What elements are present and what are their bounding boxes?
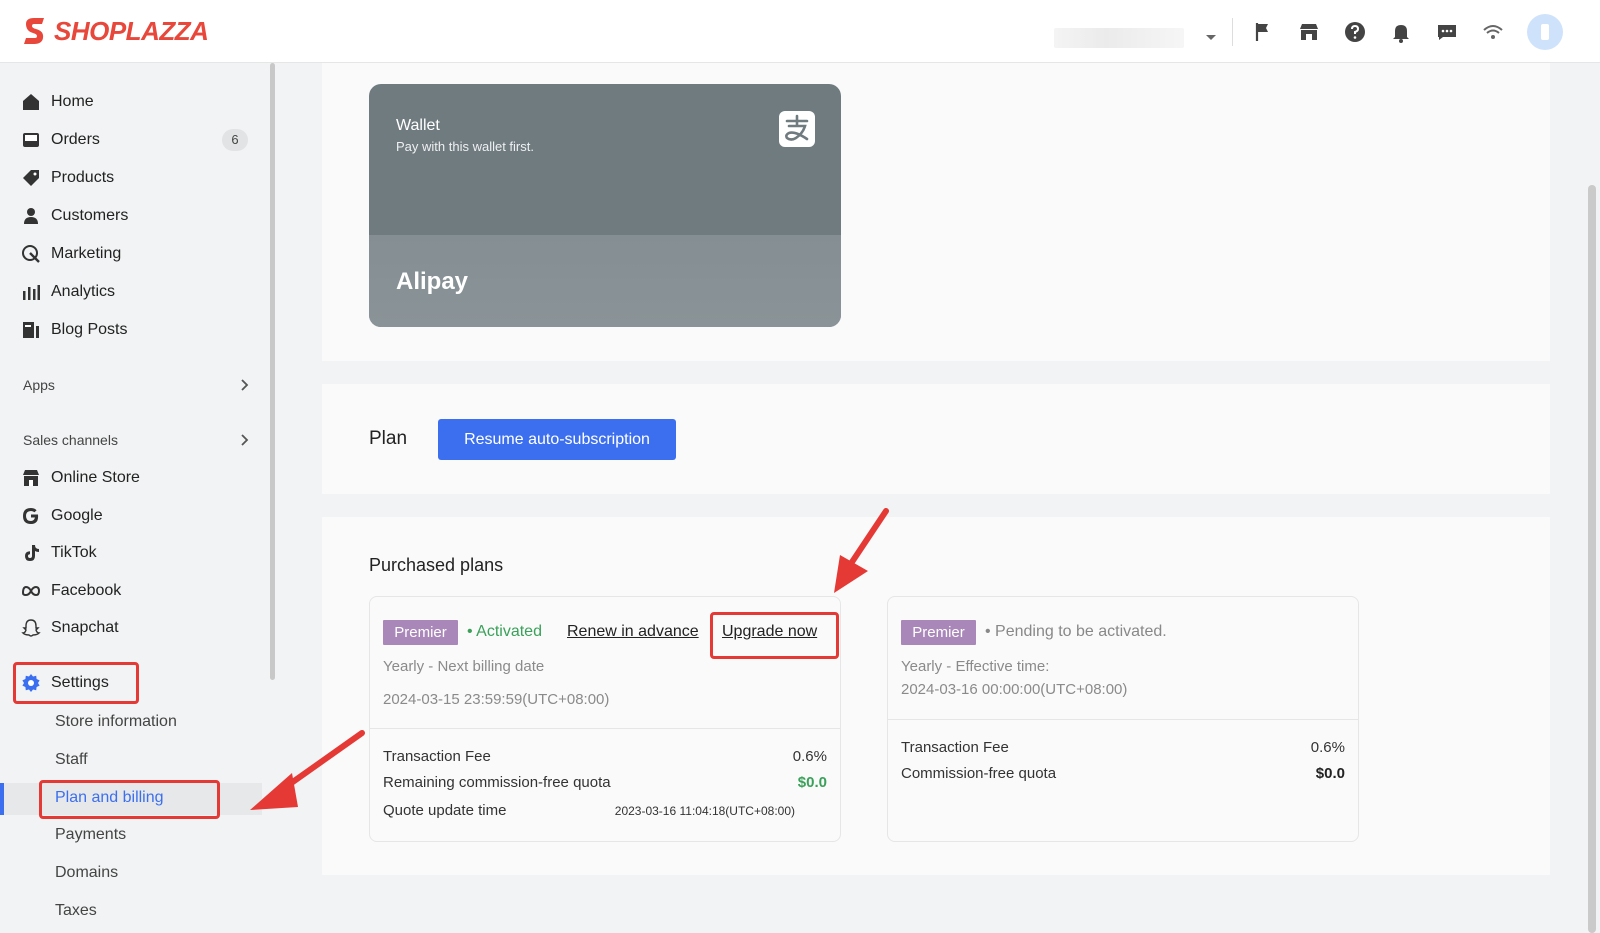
pending-plan-card: Premier • Pending to be activated. Yearl…	[887, 596, 1359, 842]
store-icon[interactable]	[1297, 20, 1321, 44]
card-divider	[888, 719, 1358, 720]
brand-name: SHOPLAZZA	[54, 15, 209, 46]
sidebar-item-tiktok[interactable]: TikTok	[0, 537, 262, 569]
main-scrollbar[interactable]	[1588, 185, 1596, 933]
chevron-right-icon[interactable]	[236, 432, 252, 448]
blog-icon	[21, 320, 41, 340]
store-icon	[21, 468, 41, 488]
bar-chart-icon	[21, 282, 41, 302]
sidebar-item-label: Google	[51, 507, 103, 524]
store-selector[interactable]	[1054, 28, 1184, 48]
sidebar-sub-plan-and-billing[interactable]: Plan and billing	[55, 789, 164, 807]
resume-auto-subscription-button[interactable]: Resume auto-subscription	[438, 419, 676, 460]
plan-status: • Activated	[467, 623, 542, 640]
next-billing-date: 2024-03-15 23:59:59(UTC+08:00)	[383, 691, 610, 708]
commission-free-quota-value: $0.0	[1315, 765, 1345, 782]
header-divider	[1232, 18, 1233, 46]
orders-icon	[21, 130, 41, 150]
active-item-indicator	[0, 783, 4, 815]
transaction-fee-label: Transaction Fee	[383, 748, 491, 765]
sidebar-item-online-store[interactable]: Online Store	[0, 462, 262, 494]
avatar[interactable]	[1527, 14, 1563, 50]
transaction-fee-label: Transaction Fee	[901, 739, 1009, 756]
google-icon	[21, 506, 41, 526]
sidebar-item-marketing[interactable]: Marketing	[0, 238, 262, 270]
apps-section-label[interactable]: Apps	[23, 377, 55, 393]
sidebar-item-label: Analytics	[51, 283, 116, 300]
sidebar-sub-taxes[interactable]: Taxes	[55, 902, 97, 920]
marketing-icon	[21, 244, 41, 264]
shoplazza-logo-icon	[22, 16, 48, 46]
commission-free-quota-label: Commission-free quota	[901, 765, 1057, 782]
wallet-name: Alipay	[396, 268, 469, 295]
sidebar-item-label: Orders	[51, 131, 100, 148]
wallet-title: Wallet	[396, 117, 440, 134]
sidebar-item-analytics[interactable]: Analytics	[0, 276, 262, 308]
sidebar-item-label: Settings	[51, 674, 109, 691]
wallet-card[interactable]: Wallet Pay with this wallet first. Alipa…	[369, 84, 841, 327]
chat-icon[interactable]	[1435, 20, 1459, 44]
upgrade-now-link[interactable]: Upgrade now	[722, 623, 817, 641]
sidebar-item-label: Snapchat	[51, 619, 119, 636]
sidebar-item-label: Products	[51, 169, 115, 186]
plan-tag: Premier	[383, 620, 458, 645]
remaining-quota-label: Remaining commission-free quota	[383, 774, 611, 791]
tag-icon	[21, 168, 41, 188]
sidebar-item-orders[interactable]: Orders 6	[0, 124, 262, 156]
top-bar: SHOPLAZZA	[0, 0, 1600, 63]
billing-cycle: Yearly - Effective time:	[901, 658, 1050, 675]
plan-status: • Pending to be activated.	[985, 623, 1167, 640]
remaining-quota-value: $0.0	[797, 774, 827, 791]
help-icon[interactable]	[1343, 20, 1367, 44]
sidebar-item-products[interactable]: Products	[0, 162, 262, 194]
transaction-fee-value: 0.6%	[792, 748, 827, 765]
gear-icon	[21, 673, 41, 693]
sidebar-item-google[interactable]: Google	[0, 500, 262, 532]
card-divider	[370, 728, 840, 729]
orders-count-badge: 6	[222, 129, 248, 151]
sidebar-item-label: Customers	[51, 207, 129, 224]
wallet-subtitle: Pay with this wallet first.	[396, 139, 534, 154]
quote-update-label: Quote update time	[383, 802, 507, 819]
plan-label: Plan	[369, 428, 408, 449]
person-icon	[21, 206, 41, 226]
tiktok-icon	[21, 543, 41, 563]
sidebar-item-label: TikTok	[51, 544, 97, 561]
sidebar-item-label: Facebook	[51, 582, 122, 599]
transaction-fee-value: 0.6%	[1310, 739, 1345, 756]
chevron-right-icon[interactable]	[236, 377, 252, 393]
renew-in-advance-link[interactable]: Renew in advance	[567, 623, 699, 641]
home-icon	[21, 92, 41, 112]
sidebar-item-label: Home	[51, 93, 94, 110]
bell-icon[interactable]	[1389, 20, 1413, 44]
sidebar-sub-store-information[interactable]: Store information	[55, 713, 177, 731]
quote-update-value: 2023-03-16 11:04:18(UTC+08:00)	[614, 804, 795, 818]
sidebar-item-facebook[interactable]: Facebook	[0, 575, 262, 607]
wifi-icon[interactable]	[1481, 20, 1505, 44]
chevron-down-icon[interactable]	[1199, 25, 1223, 49]
alipay-icon	[779, 111, 815, 147]
sidebar-item-home[interactable]: Home	[0, 86, 262, 118]
current-plan-card: Premier • Activated Renew in advance Upg…	[369, 596, 841, 842]
sidebar-item-blog-posts[interactable]: Blog Posts	[0, 314, 262, 346]
sidebar-item-label: Marketing	[51, 245, 122, 262]
purchased-plans-title: Purchased plans	[369, 555, 504, 575]
sidebar-scrollbar[interactable]	[270, 63, 275, 680]
flag-icon[interactable]	[1251, 20, 1275, 44]
sidebar-sub-staff[interactable]: Staff	[55, 751, 88, 769]
brand-logo[interactable]: SHOPLAZZA	[22, 15, 209, 47]
snapchat-icon	[21, 618, 41, 638]
sidebar-item-label: Online Store	[51, 469, 140, 486]
billing-cycle: Yearly - Next billing date	[383, 658, 545, 675]
sidebar-item-label: Blog Posts	[51, 321, 128, 338]
plan-tag: Premier	[901, 620, 976, 645]
sidebar-item-customers[interactable]: Customers	[0, 200, 262, 232]
effective-date: 2024-03-16 00:00:00(UTC+08:00)	[901, 681, 1128, 698]
sidebar-item-settings[interactable]: Settings	[0, 667, 262, 699]
sidebar-sub-payments[interactable]: Payments	[55, 826, 126, 844]
meta-icon	[21, 581, 41, 601]
sales-channels-section-label[interactable]: Sales channels	[23, 432, 118, 448]
sidebar-item-snapchat[interactable]: Snapchat	[0, 612, 262, 644]
sidebar-sub-domains[interactable]: Domains	[55, 864, 118, 882]
